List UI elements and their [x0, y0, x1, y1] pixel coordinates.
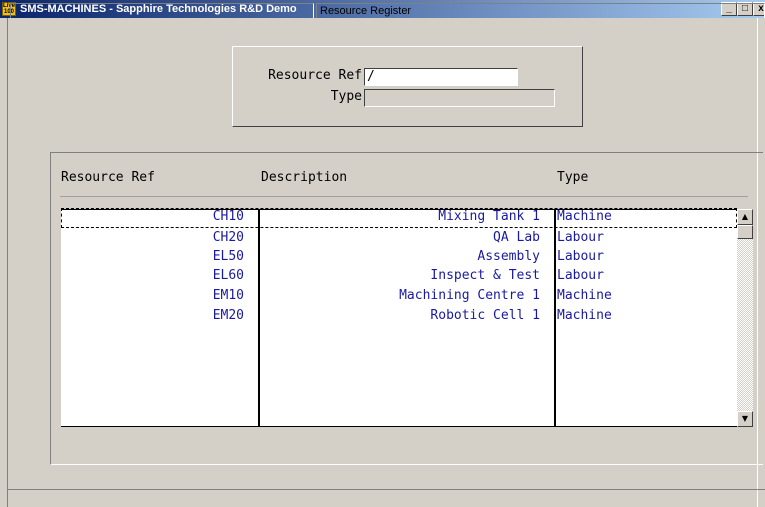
- column-header-type: Type: [557, 170, 589, 185]
- header-divider: [60, 196, 748, 197]
- cell-description: Inspect & Test: [430, 268, 540, 283]
- search-panel: [232, 46, 583, 127]
- cell-type: Machine: [557, 288, 612, 303]
- cell-description: Machining Centre 1: [399, 288, 540, 303]
- cell-resource-ref: EL50: [212, 249, 244, 264]
- type-label: Type: [330, 89, 362, 104]
- type-input[interactable]: [364, 89, 555, 107]
- column-header-description: Description: [261, 170, 348, 185]
- table-row[interactable]: CH10 Mixing Tank 1 Machine: [61, 208, 737, 228]
- resource-ref-input[interactable]: /: [364, 68, 518, 86]
- cell-resource-ref: CH20: [212, 230, 244, 245]
- cell-description: QA Lab: [493, 230, 540, 245]
- cell-resource-ref: EM10: [212, 288, 244, 303]
- cell-resource-ref: EL60: [212, 268, 244, 283]
- column-header-resource-ref: Resource Ref: [61, 170, 155, 185]
- cell-description: Mixing Tank 1: [438, 209, 540, 224]
- cell-type: Labour: [557, 230, 604, 245]
- status-left: [10, 3, 314, 18]
- resource-ref-label: Resource Ref: [268, 68, 362, 83]
- window-left-edge: [0, 18, 8, 507]
- vertical-scrollbar[interactable]: ▲ ▼: [737, 209, 753, 427]
- cell-type: Machine: [557, 308, 612, 323]
- table-row[interactable]: EM20 Robotic Cell 1 Machine: [61, 307, 737, 327]
- table-row[interactable]: CH20 QA Lab Labour: [61, 229, 737, 249]
- status-center: Resource Register: [316, 3, 765, 18]
- cell-resource-ref: EM20: [212, 308, 244, 323]
- scroll-thumb[interactable]: [737, 225, 753, 239]
- table-row[interactable]: EL60 Inspect & Test Labour: [61, 267, 737, 287]
- cell-description: Assembly: [477, 249, 540, 264]
- status-bar: [8, 489, 765, 507]
- cell-type: Labour: [557, 268, 604, 283]
- cell-type: Labour: [557, 249, 604, 264]
- scroll-up-icon[interactable]: ▲: [737, 209, 753, 225]
- cell-type: Machine: [557, 209, 612, 224]
- cell-resource-ref: CH10: [212, 209, 244, 224]
- scroll-down-icon[interactable]: ▼: [737, 411, 753, 427]
- table-row[interactable]: EL50 Assembly Labour: [61, 248, 737, 268]
- table-row[interactable]: EM10 Machining Centre 1 Machine: [61, 287, 737, 307]
- cell-description: Robotic Cell 1: [430, 308, 540, 323]
